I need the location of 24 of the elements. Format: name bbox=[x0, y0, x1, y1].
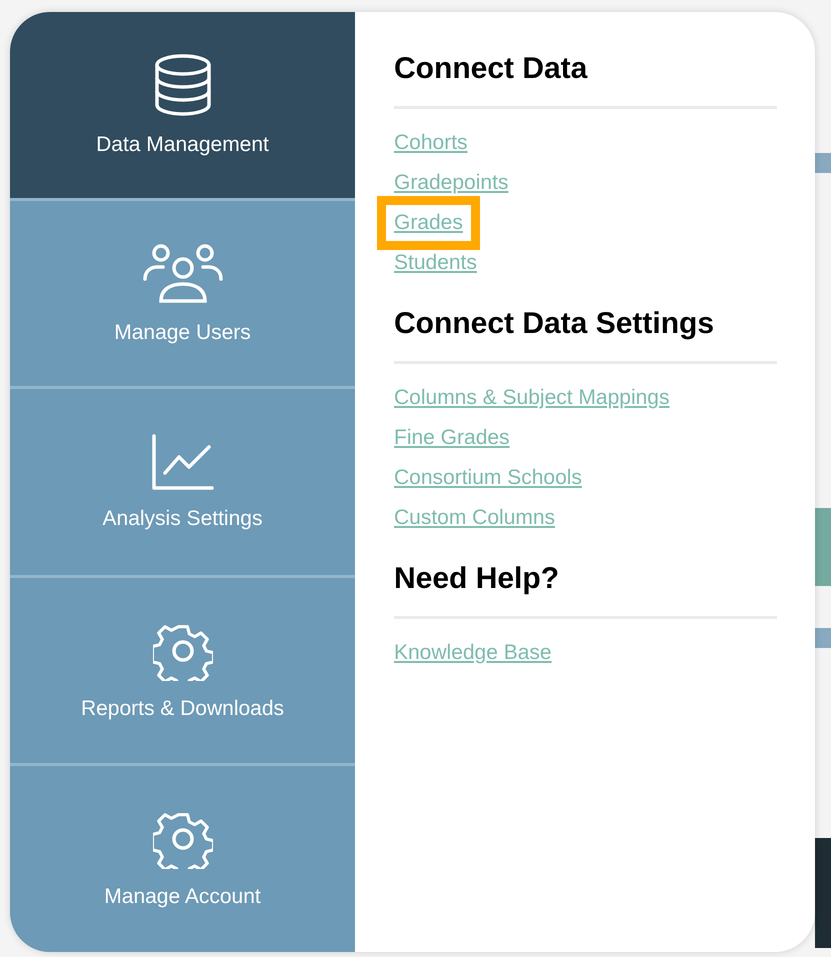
background-bar bbox=[815, 153, 831, 173]
sidebar-label: Manage Users bbox=[114, 321, 251, 346]
line-chart-icon bbox=[150, 432, 214, 491]
menu-link[interactable]: Cohorts bbox=[394, 125, 468, 161]
menu-link[interactable]: Columns & Subject Mappings bbox=[394, 380, 670, 416]
menu-link[interactable]: Fine Grades bbox=[394, 420, 510, 456]
sidebar-item[interactable]: Reports & Downloads bbox=[10, 578, 355, 764]
sidebar-item[interactable]: Manage Users bbox=[10, 200, 355, 386]
sidebar-label: Reports & Downloads bbox=[80, 696, 284, 721]
sidebar-item[interactable]: Analysis Settings bbox=[10, 389, 355, 575]
section-heading: Need Help? bbox=[394, 562, 560, 596]
sidebar-label: Manage Account bbox=[104, 885, 261, 910]
sidebar-item[interactable]: Manage Account bbox=[10, 766, 355, 952]
sidebar-label: Data Management bbox=[96, 132, 269, 157]
menu-link[interactable]: Grades bbox=[377, 196, 480, 250]
menu-link[interactable]: Custom Columns bbox=[394, 500, 556, 536]
section-heading: Connect Data bbox=[394, 52, 588, 86]
section-heading: Connect Data Settings bbox=[394, 307, 716, 341]
menu-link[interactable]: Knowledge Base bbox=[394, 635, 552, 671]
background-bar bbox=[815, 628, 831, 648]
menu-link[interactable]: Consortium Schools bbox=[394, 460, 582, 496]
sidebar-label: Analysis Settings bbox=[102, 506, 262, 531]
database-icon bbox=[152, 52, 212, 117]
sidebar-item[interactable]: Data Management bbox=[10, 12, 355, 198]
